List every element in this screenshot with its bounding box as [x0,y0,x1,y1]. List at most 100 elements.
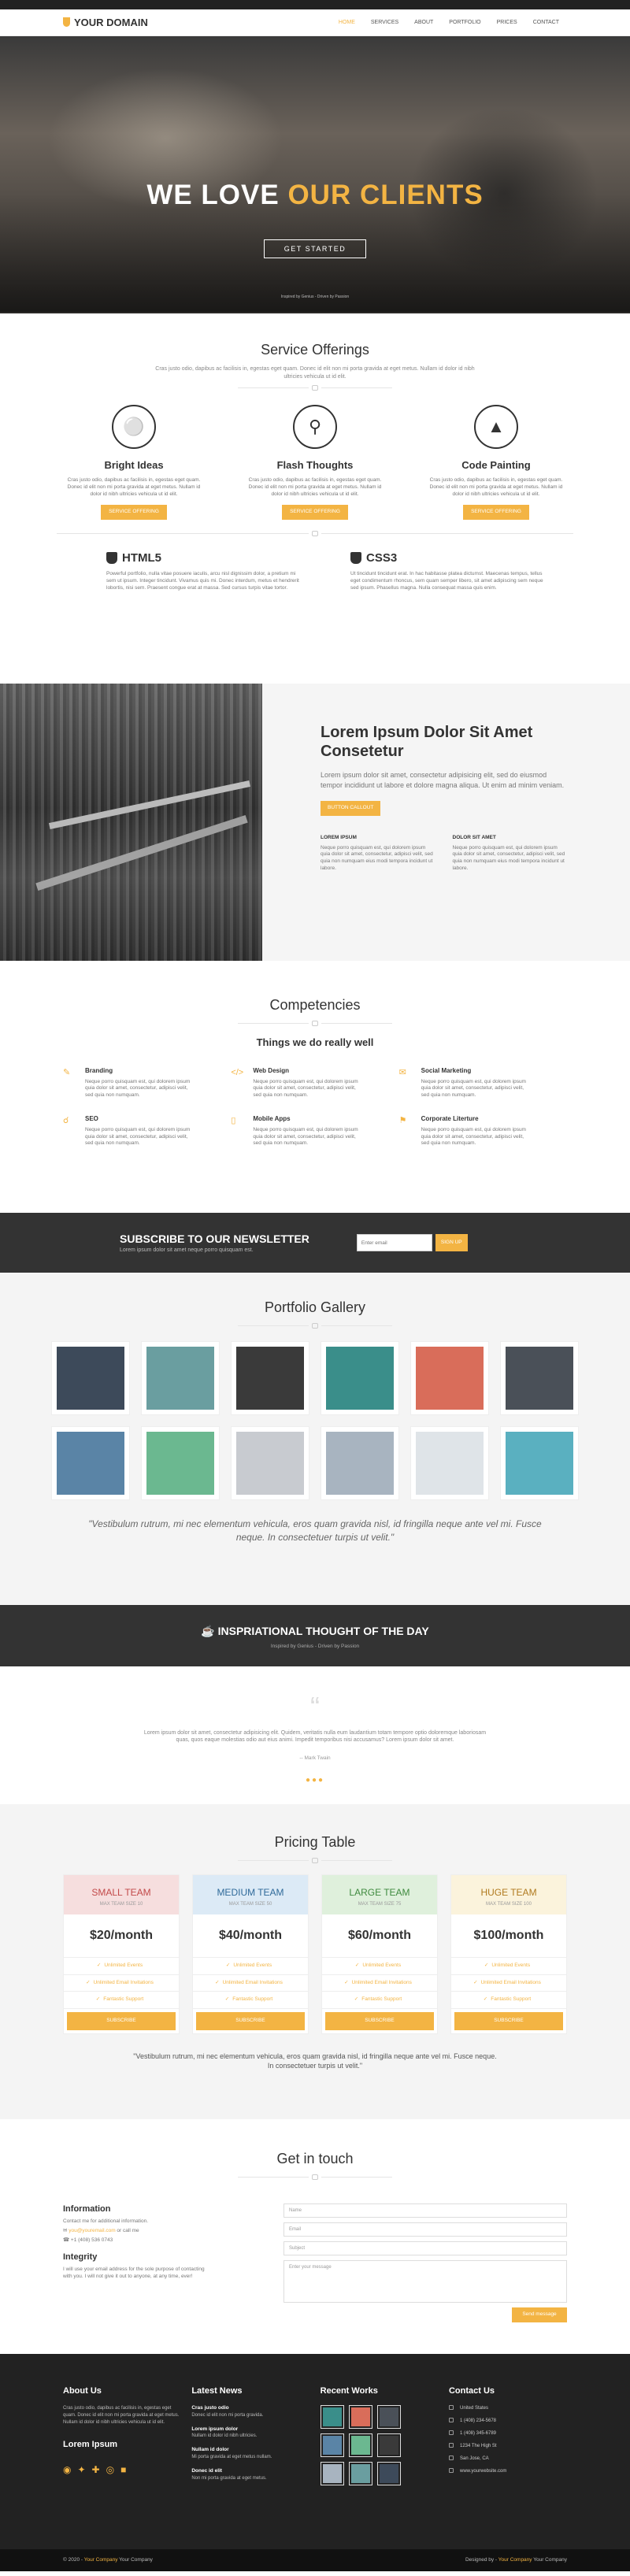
service-offering-button[interactable]: SERVICE OFFERING [463,505,529,520]
about-section: Lorem Ipsum Dolor Sit Amet Consetetur Lo… [0,684,630,961]
email-field[interactable]: Email [284,2222,567,2237]
nav-item-services[interactable]: SERVICES [363,14,406,31]
tech-item: HTML5 Powerful portfolio, nulla vitae po… [106,550,303,592]
github-icon[interactable]: ◎ [106,2463,114,2476]
plan-price: $20/month [64,1914,179,1958]
twitter-icon[interactable]: ✦ [77,2463,85,2476]
recent-work-thumb[interactable] [348,2461,372,2485]
sign-up-button[interactable]: SIGN UP [435,1234,468,1251]
logo[interactable]: YOUR DOMAIN [63,16,148,30]
linkedin-icon[interactable]: ■ [120,2463,126,2476]
service-offering-button[interactable]: SERVICE OFFERING [282,505,348,520]
portfolio-tile[interactable] [321,1341,399,1416]
footer-title: Recent Works [320,2386,378,2396]
portfolio-tile[interactable] [410,1341,489,1416]
check-icon: ✓ [344,1979,349,1985]
news-item[interactable]: Cras justo odio Donec id elit non mi port… [191,2405,309,2419]
contact-line[interactable]: www.yourwebsite.com [448,2468,567,2474]
news-item[interactable]: Donec id elit Non mi porta gravida at ege… [191,2468,309,2482]
portfolio-tile[interactable] [141,1341,220,1416]
facebook-icon[interactable]: ✚ [92,2463,100,2476]
check-icon: ✓ [215,1979,220,1985]
section-title: Service Offerings [261,342,369,358]
contact-line: 1234 The High St [448,2443,567,2449]
email-input[interactable] [356,1234,432,1251]
portfolio-section: Portfolio Gallery "Vestibulum rutrum, mi… [0,1273,630,1605]
tech-text: Ut tincidunt tincidunt erat. In hac habi… [350,571,543,591]
recent-work-thumb[interactable] [348,2404,372,2429]
portfolio-image [57,1432,124,1496]
contact-line: 1 (408) 345-6789 [448,2430,567,2437]
get-started-button[interactable]: GET STARTED [264,239,366,258]
recent-work-thumb[interactable] [376,2461,401,2485]
subscribe-button[interactable]: SUBSCRIBE [454,2012,563,2030]
logo-text: YOUR DOMAIN [74,16,148,28]
message-field[interactable]: Enter your message [284,2260,567,2304]
section-title: Portfolio Gallery [264,1299,366,1315]
portfolio-image [146,1347,214,1410]
competency-text: Neque porro quisquam est, qui dolorem ip… [421,1126,526,1147]
newsletter-title: SUBSCRIBE TO OUR NEWSLETTER [120,1232,309,1245]
dribbble-icon[interactable]: ◉ [63,2463,71,2476]
nav-item-prices[interactable]: PRICES [489,14,525,31]
subscribe-button[interactable]: SUBSCRIBE [196,2012,305,2030]
check-icon: ✓ [473,1979,478,1985]
portfolio-tile[interactable] [231,1426,309,1501]
name-field[interactable]: Name [284,2203,567,2218]
designer-link[interactable]: Your Company [498,2557,532,2563]
portfolio-tile[interactable] [410,1426,489,1501]
recent-work-thumb[interactable] [320,2461,344,2485]
plan-size: MAX TEAM SIZE 50 [228,1902,272,1907]
testimonial-section: “ Lorem ipsum dolor sit amet, consectetu… [0,1666,630,1804]
pencil-icon: ✎ [63,1067,71,1077]
integrity-text: I will use your email address for the so… [63,2267,205,2280]
competency-item: ▯ Mobile Apps Neque porro quisquam est, qu… [231,1115,398,1147]
button-callout[interactable]: BUTTON CALLOUT [321,801,381,816]
recent-work-thumb[interactable] [320,2404,344,2429]
tech-title: CSS3 [366,550,398,565]
portfolio-image [326,1347,394,1410]
designed-by-text: Designed by - Your Company Your Company [465,2556,567,2563]
portfolio-tile[interactable] [51,1426,130,1501]
portfolio-tile[interactable] [231,1341,309,1416]
plan-size: MAX TEAM SIZE 10 [99,1902,143,1907]
subject-field[interactable]: Subject [284,2241,567,2256]
nav-item-portfolio[interactable]: PORTFOLIO [441,14,488,31]
recent-work-thumb[interactable] [376,2404,401,2429]
subscribe-button[interactable]: SUBSCRIBE [67,2012,176,2030]
portfolio-tile[interactable] [321,1426,399,1501]
service-item: ⚲ Flash Thoughts Cras justo odio, dapibu… [244,405,386,520]
service-offering-button[interactable]: SERVICE OFFERING [101,505,167,520]
recent-work-thumb[interactable] [320,2433,344,2457]
news-item[interactable]: Lorem ipsum dolor Nullam id dolor id nibh… [191,2426,309,2441]
lightbulb-icon: ⚪ [112,405,156,450]
nav-item-contact[interactable]: CONTACT [525,14,567,31]
carousel-dots[interactable]: ●●● [0,1775,630,1786]
email-link[interactable]: you@youremail.com [69,2228,115,2233]
top-bar [0,0,630,9]
company-link[interactable]: Your Company [84,2557,118,2563]
portfolio-tile[interactable] [141,1426,220,1501]
portfolio-tile[interactable] [500,1426,579,1501]
news-item[interactable]: Nullam id dolor Mi porta gravida at eget … [191,2447,309,2461]
nav-item-about[interactable]: ABOUT [406,14,441,31]
plan-feature: ✓ Unlimited Events [322,1958,437,1975]
send-message-button[interactable]: Send message [512,2307,567,2323]
check-icon: ✓ [484,1962,489,1968]
service-text: Cras justo odio, dapibus ac facilisis in… [248,476,382,497]
portfolio-tile[interactable] [500,1341,579,1416]
portfolio-tile[interactable] [51,1341,130,1416]
footer-title: About Us [63,2386,102,2396]
portfolio-image [326,1432,394,1496]
about-col-title: LOREM IPSUM [321,834,357,840]
competency-title: Social Marketing [421,1066,472,1074]
recent-work-thumb[interactable] [348,2433,372,2457]
recent-work-thumb[interactable] [376,2433,401,2457]
about-col-text: Neque porro quisquam est, qui dolorem ip… [321,844,433,872]
plan-feature: ✓ Unlimited Email Invitations [451,1975,566,1992]
subscribe-button[interactable]: SUBSCRIBE [325,2012,434,2030]
competency-title: Web Design [253,1066,289,1074]
check-icon: ✓ [225,1962,231,1968]
portfolio-image [57,1347,124,1410]
nav-item-home[interactable]: HOME [331,14,363,31]
